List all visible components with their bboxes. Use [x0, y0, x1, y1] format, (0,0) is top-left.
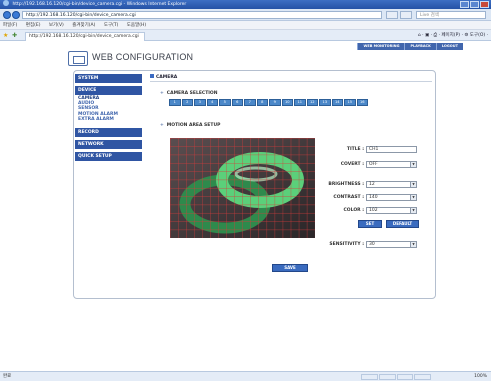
camera-button-4[interactable]: 4	[206, 99, 218, 106]
sensitivity-label: SENSITIVITY :	[329, 242, 364, 247]
camera-button-2[interactable]: 2	[181, 99, 193, 106]
camera-selection-label: CAMERA SELECTION	[160, 91, 218, 96]
tab-current[interactable]: http://192.168.16.120/cgi-bin/device_cam…	[25, 32, 145, 41]
camera-button-7[interactable]: 7	[244, 99, 256, 106]
contrast-label: CONTRAST :	[333, 195, 364, 200]
section-bullet-icon	[150, 74, 154, 78]
sidebar-item-system[interactable]: SYSTEM	[75, 74, 142, 83]
section-divider	[150, 81, 432, 82]
maximize-button[interactable]	[470, 1, 479, 8]
search-input[interactable]: Live 검색	[416, 11, 486, 19]
forward-icon[interactable]	[12, 11, 20, 19]
color-label: COLOR :	[343, 208, 365, 213]
status-bar: 완료 100%	[0, 371, 491, 381]
sidebar-item-network[interactable]: NETWORK	[75, 140, 142, 150]
address-field[interactable]: http://192.168.16.120/cgi-bin/device_cam…	[22, 11, 382, 19]
menu-bar: 파일(F) 편집(E) 보기(V) 즐겨찾기(A) 도구(T) 도움말(H)	[0, 21, 491, 30]
menu-help[interactable]: 도움말(H)	[127, 23, 146, 28]
chevron-down-icon: ▼	[410, 182, 416, 187]
camera-button-16[interactable]: 16	[356, 99, 368, 106]
camera-button-11[interactable]: 11	[294, 99, 306, 106]
ie-icon	[3, 0, 9, 6]
motion-area-label: MOTION AREA SETUP	[160, 123, 221, 128]
camera-button-3[interactable]: 3	[194, 99, 206, 106]
section-title: CAMERA	[150, 74, 177, 80]
monitor-icon	[68, 51, 88, 66]
chevron-down-icon: ▼	[410, 208, 416, 213]
command-bar[interactable]: ⌂ · ▣ · ⎙ · 페이지(P) · ⚙ 도구(O) ·	[418, 32, 488, 40]
menu-favorites[interactable]: 즐겨찾기(A)	[72, 23, 95, 28]
sidebar: SYSTEM DEVICE CAMERA AUDIO SENSOR MOTION…	[75, 74, 142, 164]
tab-bar: ★ ✚ http://192.168.16.120/cgi-bin/device…	[0, 30, 491, 41]
title-label: TITLE :	[346, 147, 364, 152]
camera-button-15[interactable]: 15	[344, 99, 356, 106]
camera-button-12[interactable]: 12	[306, 99, 318, 106]
page-title: WEB CONFIGURATION	[92, 52, 194, 62]
set-button[interactable]: SET	[358, 220, 382, 228]
chevron-down-icon: ▼	[410, 162, 416, 167]
zoom-level[interactable]: 100%	[474, 372, 487, 381]
camera-button-8[interactable]: 8	[256, 99, 268, 106]
sidebar-item-device[interactable]: DEVICE	[75, 86, 142, 95]
default-button[interactable]: DEFAULT	[386, 220, 419, 228]
sidebar-item-quick-setup[interactable]: QUICK SETUP	[75, 152, 142, 162]
camera-button-10[interactable]: 10	[281, 99, 293, 106]
menu-tools[interactable]: 도구(T)	[104, 23, 119, 28]
menu-file[interactable]: 파일(F)	[3, 23, 17, 28]
status-zones	[361, 374, 431, 380]
camera-button-1[interactable]: 1	[169, 99, 181, 106]
stop-icon[interactable]	[400, 11, 412, 19]
menu-view[interactable]: 보기(V)	[49, 23, 64, 28]
camera-image	[170, 138, 315, 238]
minimize-button[interactable]	[460, 1, 469, 8]
sensitivity-select[interactable]: 30 ▼	[366, 241, 417, 248]
window-controls	[460, 1, 489, 8]
close-button[interactable]	[480, 1, 489, 8]
brightness-select[interactable]: 12 ▼	[366, 181, 417, 188]
save-button[interactable]: SAVE	[272, 264, 308, 272]
window-title: http://192.168.16.120/cgi-bin/device_cam…	[12, 2, 187, 7]
brightness-label: BRIGHTNESS :	[328, 182, 364, 187]
camera-button-13[interactable]: 13	[319, 99, 331, 106]
camera-selection-buttons: 1 2 3 4 5 6 7 8 9 10 11 12 13 14 15 16	[169, 99, 368, 106]
sidebar-item-record[interactable]: RECORD	[75, 128, 142, 138]
camera-button-6[interactable]: 6	[231, 99, 243, 106]
add-favorite-icon[interactable]: ✚	[12, 32, 17, 39]
back-icon[interactable]	[3, 11, 11, 19]
chevron-down-icon: ▼	[410, 242, 416, 247]
address-bar-row: http://192.168.16.120/cgi-bin/device_cam…	[0, 9, 491, 21]
window-title-bar: http://192.168.16.120/cgi-bin/device_cam…	[0, 0, 491, 9]
color-select[interactable]: 102 ▼	[366, 207, 417, 214]
motion-area-preview[interactable]	[170, 138, 315, 238]
nav-playback[interactable]: PLAYBACK	[404, 43, 436, 50]
status-text: 완료	[3, 374, 12, 379]
camera-button-5[interactable]: 5	[219, 99, 231, 106]
covert-select[interactable]: OFF ▼	[366, 161, 417, 168]
camera-button-14[interactable]: 14	[331, 99, 343, 106]
chevron-down-icon: ▼	[410, 195, 416, 200]
nav-logout[interactable]: LOGOUT	[435, 43, 463, 50]
refresh-icon[interactable]	[386, 11, 398, 19]
contrast-select[interactable]: 140 ▼	[366, 194, 417, 201]
camera-button-9[interactable]: 9	[269, 99, 281, 106]
nav-web-monitoring[interactable]: WEB MONITORING	[357, 43, 405, 50]
covert-label: COVERT :	[340, 162, 364, 167]
address-tools	[386, 11, 412, 19]
title-input[interactable]: CH1	[366, 146, 417, 153]
menu-edit[interactable]: 편집(E)	[26, 23, 41, 28]
favorites-star-icon[interactable]: ★	[3, 32, 8, 39]
top-nav: WEB MONITORING PLAYBACK LOGOUT	[357, 43, 463, 50]
